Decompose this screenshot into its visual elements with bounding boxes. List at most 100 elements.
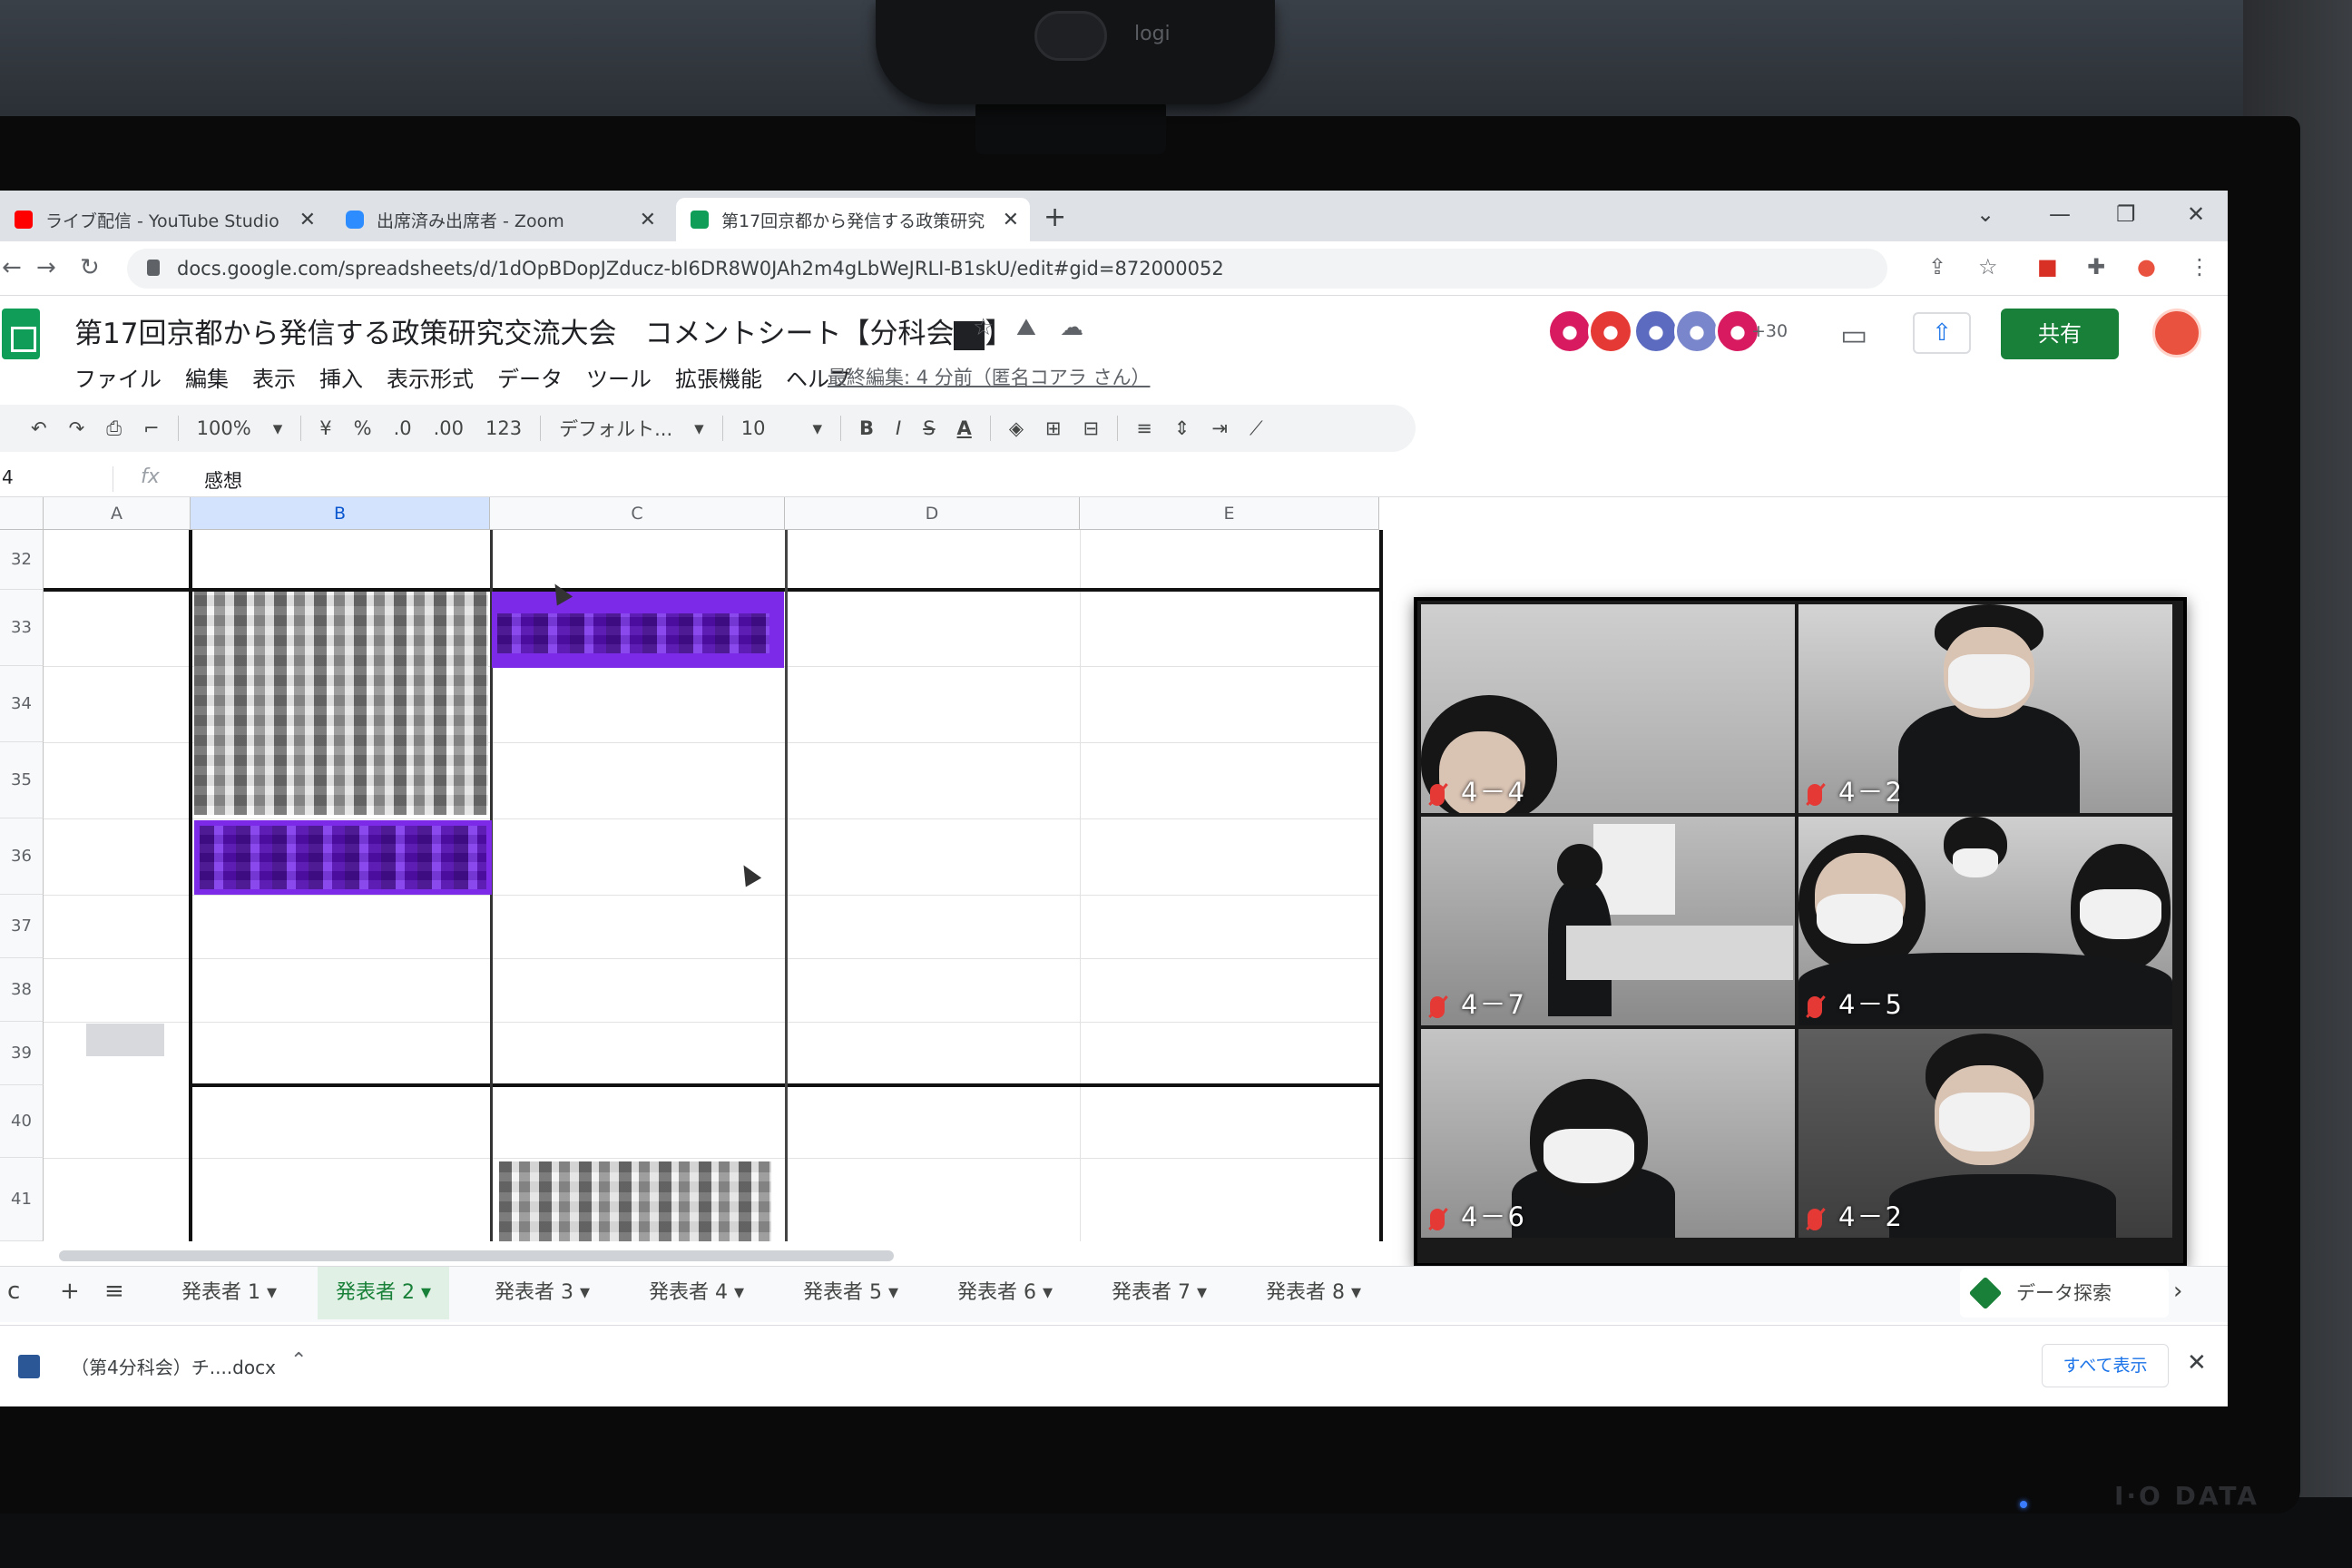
redo-icon[interactable]: ↷: [58, 417, 96, 439]
bold-button[interactable]: B: [848, 417, 885, 439]
star-icon[interactable]: ☆: [973, 314, 994, 341]
sheets-c-icon[interactable]: c: [7, 1278, 20, 1305]
tab-sheets[interactable]: 第17回京都から発信する政策研究 ✕: [676, 198, 1030, 241]
collaborator-avatar[interactable]: ●: [1633, 309, 1679, 354]
zoom-video-tile[interactable]: 4－2: [1798, 1029, 2172, 1238]
tab-zoom[interactable]: 出席済み出席者 - Zoom ✕: [331, 198, 667, 241]
comment-icon[interactable]: ▭: [1840, 318, 1867, 352]
show-all-button[interactable]: すべて表示: [2042, 1344, 2169, 1387]
zoom-video-tile[interactable]: 4－4: [1421, 604, 1795, 813]
window-close-icon[interactable]: ✕: [2187, 201, 2205, 227]
collaborator-avatar[interactable]: ●: [1588, 309, 1633, 354]
column-header-d[interactable]: D: [785, 497, 1080, 530]
back-icon[interactable]: ←: [2, 254, 22, 281]
zoom-video-tile[interactable]: 4－7: [1421, 817, 1795, 1025]
download-item[interactable]: （第4分科会）チ....docx: [71, 1353, 276, 1379]
merge-cells-icon[interactable]: ⊟: [1073, 417, 1111, 439]
zoom-video-tile[interactable]: 4－5: [1798, 817, 2172, 1025]
formula-input[interactable]: 感想: [204, 466, 242, 494]
borders-icon[interactable]: ⊞: [1034, 417, 1073, 439]
chevron-down-icon[interactable]: ▾: [801, 417, 833, 439]
fill-color-icon[interactable]: ◈: [998, 417, 1034, 439]
menu-file[interactable]: ファイル: [74, 361, 162, 393]
tab-youtube-studio[interactable]: ライブ配信 - YouTube Studio ✕: [0, 198, 327, 241]
text-color-button[interactable]: A: [946, 417, 983, 439]
omnibox[interactable]: docs.google.com/spreadsheets/d/1dOpBDopJ…: [127, 249, 1887, 289]
currency-format-button[interactable]: ¥: [309, 417, 342, 439]
row-header-40[interactable]: 40: [0, 1085, 44, 1158]
menu-view[interactable]: 表示: [252, 361, 296, 393]
decrease-decimal-button[interactable]: .0: [383, 417, 423, 439]
percent-format-button[interactable]: %: [343, 417, 383, 439]
menu-insert[interactable]: 挿入: [319, 361, 363, 393]
tab-search-icon[interactable]: ⌄: [1976, 201, 1994, 227]
row-header-33[interactable]: 33: [0, 590, 44, 666]
text-wrap-icon[interactable]: ⇥: [1200, 417, 1239, 439]
puzzle-icon[interactable]: ✚: [2087, 254, 2105, 279]
restore-icon[interactable]: ❐: [2116, 201, 2136, 227]
print-icon[interactable]: ⎙: [95, 417, 132, 440]
close-icon[interactable]: ✕: [299, 209, 316, 231]
add-sheet-icon[interactable]: +: [60, 1278, 80, 1305]
vertical-align-icon[interactable]: ⇕: [1163, 417, 1201, 439]
horizontal-scrollbar[interactable]: [59, 1250, 894, 1261]
bookmark-star-icon[interactable]: ☆: [1978, 254, 1998, 279]
collaborator-avatar[interactable]: ●: [1674, 309, 1720, 354]
font-size-select[interactable]: 10: [730, 417, 802, 439]
sheet-tab-4[interactable]: 発表者 4 ▾: [631, 1267, 762, 1319]
row-header-38[interactable]: 38: [0, 958, 44, 1022]
chevron-down-icon[interactable]: ▾: [683, 417, 715, 439]
new-tab-button[interactable]: +: [1044, 201, 1066, 233]
row-header-37[interactable]: 37: [0, 895, 44, 958]
doc-title[interactable]: 第17回京都から発信する政策研究交流大会 コメントシート【分科会】: [74, 310, 1013, 351]
sheet-tab-7[interactable]: 発表者 7 ▾: [1093, 1267, 1225, 1319]
last-edit-link[interactable]: 最終編集: 4 分前（匿名コアラ さん）: [828, 363, 1150, 390]
share-page-icon[interactable]: ⇪: [1928, 254, 1946, 279]
chevron-up-icon[interactable]: ⌃: [290, 1349, 307, 1372]
menu-edit[interactable]: 編集: [185, 361, 229, 393]
close-icon[interactable]: ✕: [640, 209, 656, 231]
text-rotation-icon[interactable]: ⟋: [1239, 417, 1274, 440]
row-header-39[interactable]: 39: [0, 1022, 44, 1085]
row-header-41[interactable]: 41: [0, 1158, 44, 1241]
cloud-status-icon[interactable]: ☁: [1060, 314, 1083, 341]
sheet-tab-6[interactable]: 発表者 6 ▾: [939, 1267, 1071, 1319]
row-header-36[interactable]: 36: [0, 818, 44, 895]
sheets-logo-icon[interactable]: [2, 309, 40, 359]
reload-icon[interactable]: ↻: [80, 254, 100, 281]
extension-icon[interactable]: ■: [2037, 254, 2058, 279]
forward-icon[interactable]: →: [36, 254, 56, 281]
share-button[interactable]: 共有: [2001, 309, 2119, 359]
close-icon[interactable]: ✕: [2187, 1349, 2207, 1377]
kebab-menu-icon[interactable]: ⋮: [2189, 254, 2210, 279]
select-all-corner[interactable]: [0, 497, 44, 530]
strikethrough-button[interactable]: S: [912, 417, 946, 439]
user-avatar[interactable]: [2152, 309, 2201, 358]
zoom-video-tile[interactable]: 4－2: [1798, 604, 2172, 813]
more-collaborators-count[interactable]: +30: [1751, 321, 1788, 341]
chevron-down-icon[interactable]: ▾: [262, 417, 294, 439]
undo-icon[interactable]: ↶: [20, 417, 58, 439]
chevron-right-icon[interactable]: ›: [2173, 1278, 2182, 1305]
increase-decimal-button[interactable]: .00: [423, 417, 475, 439]
sheet-tab-5[interactable]: 発表者 5 ▾: [785, 1267, 916, 1319]
sheet-tab-3[interactable]: 発表者 3 ▾: [476, 1267, 608, 1319]
column-header-b[interactable]: B: [191, 497, 490, 530]
move-to-drive-icon[interactable]: ⛰: [1016, 314, 1036, 342]
all-sheets-icon[interactable]: ≡: [104, 1278, 124, 1305]
menu-extensions[interactable]: 拡張機能: [675, 361, 762, 393]
collaborator-avatar[interactable]: ●: [1547, 309, 1592, 354]
font-select[interactable]: デフォルト...: [548, 415, 683, 442]
row-header-35[interactable]: 35: [0, 742, 44, 818]
zoom-select[interactable]: 100%: [186, 417, 262, 439]
sheet-tab-1[interactable]: 発表者 1 ▾: [163, 1267, 295, 1319]
sheet-tab-2[interactable]: 発表者 2 ▾: [318, 1267, 450, 1319]
menu-tools[interactable]: ツール: [586, 361, 652, 393]
sheet-tab-8[interactable]: 発表者 8 ▾: [1248, 1267, 1379, 1319]
row-header-34[interactable]: 34: [0, 666, 44, 742]
profile-icon[interactable]: ●: [2137, 254, 2156, 279]
minimize-icon[interactable]: —: [2049, 201, 2071, 227]
present-button[interactable]: ⇧: [1913, 312, 1971, 354]
row-header-32[interactable]: 32: [0, 530, 44, 590]
more-formats-button[interactable]: 123: [475, 417, 533, 439]
